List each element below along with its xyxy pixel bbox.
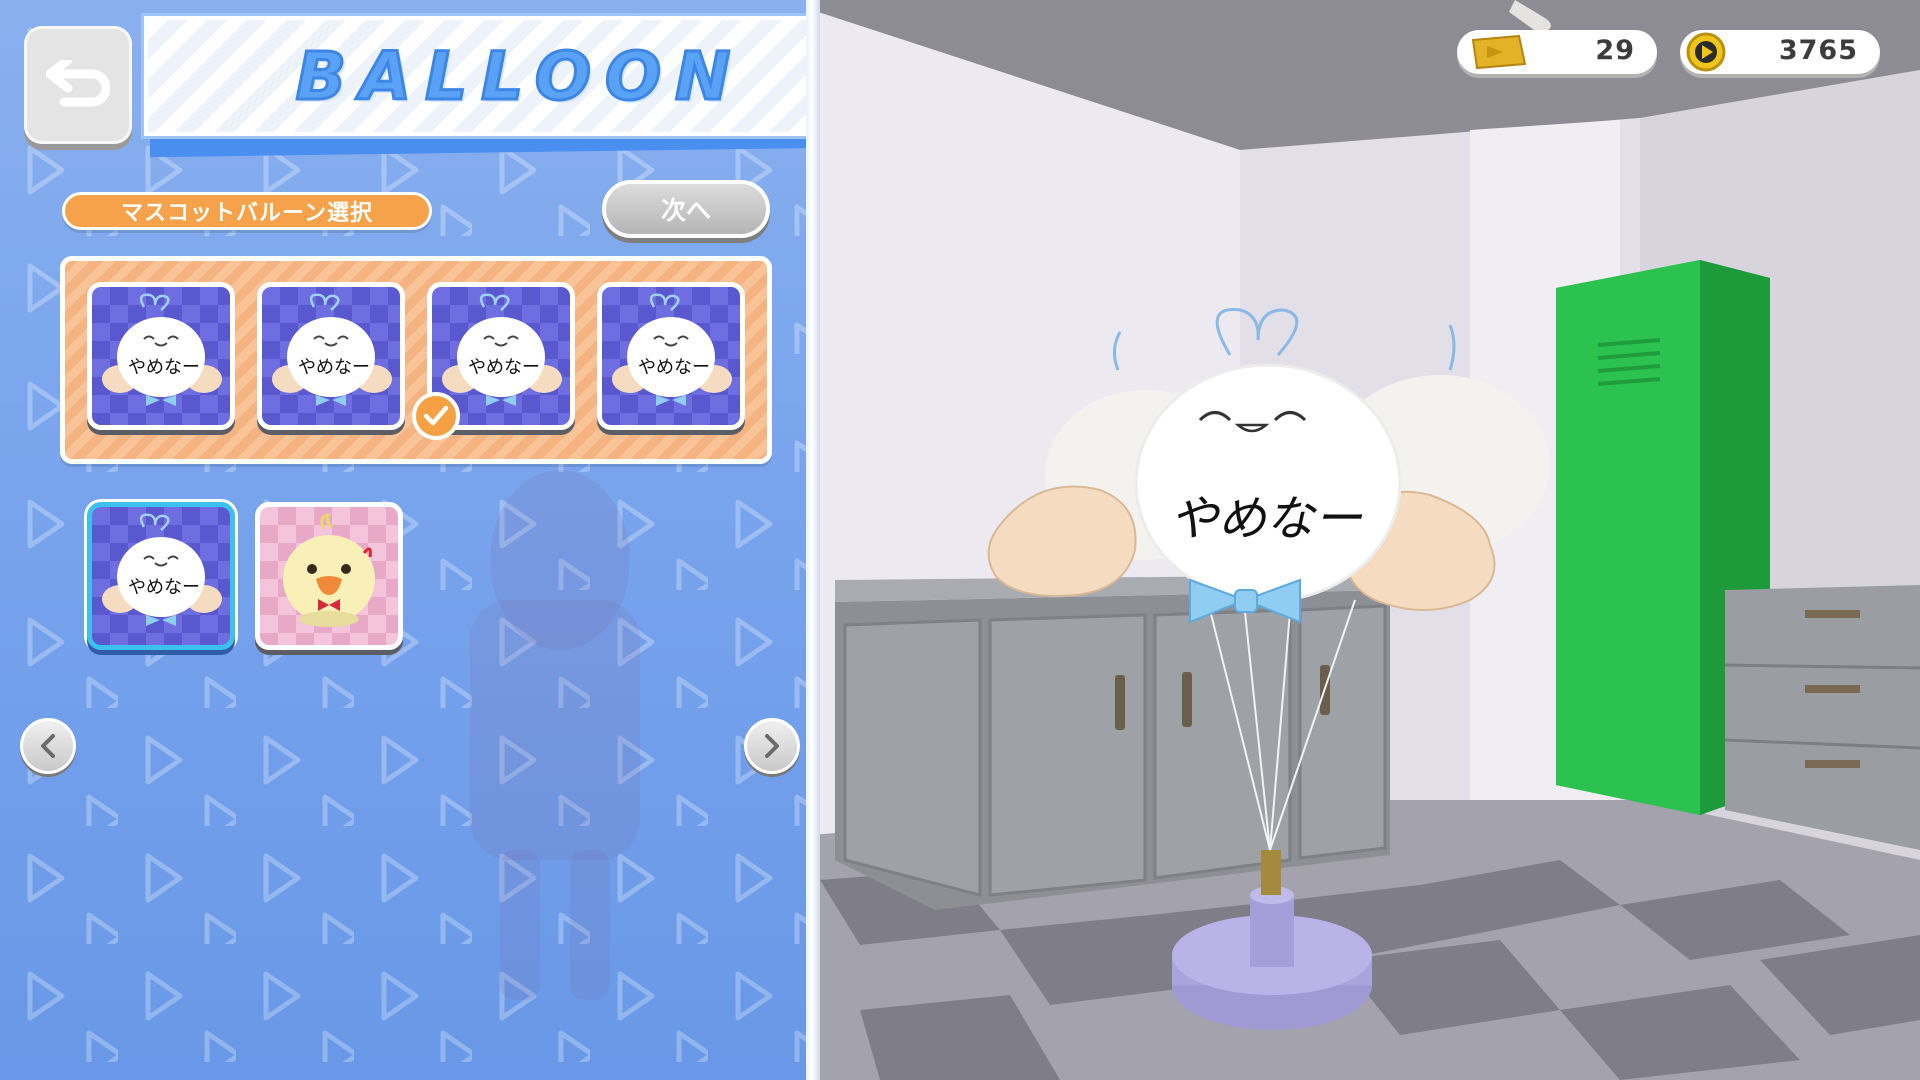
section-label-mascot-balloon: マスコットバルーン選択 [62, 192, 432, 230]
gold-ticket-icon [1471, 34, 1527, 70]
selected-check-badge [412, 392, 460, 440]
coin-counter: 3765 [1680, 30, 1880, 74]
play-coin-icon [1686, 32, 1726, 72]
yamenaa-balloon-icon: やめなー [102, 513, 222, 626]
undo-arrow-icon [46, 60, 110, 107]
next-page-button[interactable] [744, 718, 800, 774]
back-button[interactable] [24, 26, 132, 144]
balloon-select-panel: BALLOON マスコットバルーン選択 次へ やめなー やめなー やめなー やめ… [0, 0, 812, 1080]
page-title: BALLOON [294, 36, 745, 116]
mascot-tile-chick[interactable] [255, 502, 403, 650]
variant-tile-2[interactable]: やめなー [257, 282, 405, 430]
variant-tile-1[interactable]: やめなー [87, 282, 235, 430]
yamenaa-balloon-icon: やめなー [272, 293, 392, 406]
coin-count: 3765 [1778, 35, 1858, 66]
variant-tile-1-text: やめなー [128, 357, 200, 378]
chevron-left-icon [41, 734, 55, 758]
variant-tile-4[interactable]: やめなー [597, 282, 745, 430]
variant-tile-3-text: やめなー [468, 357, 540, 378]
panel-divider [806, 0, 820, 1080]
title-banner: BALLOON [144, 16, 812, 136]
mascot-tile-yamenaa[interactable]: やめなー [87, 502, 235, 650]
yamenaa-balloon-icon: やめなー [102, 293, 222, 406]
checkmark-icon [423, 405, 449, 426]
balloon-handwriting-text: やめなー [1170, 491, 1363, 547]
variant-tile-4-text: やめなー [638, 357, 710, 378]
variant-tile-2-text: やめなー [298, 357, 370, 378]
ticket-counter: 29 [1457, 30, 1657, 74]
mascot-tile-yamenaa-text: やめなー [128, 577, 200, 598]
ticket-count: 29 [1595, 35, 1635, 66]
yellow-chick-balloon-icon [283, 513, 375, 627]
chevron-right-icon [765, 734, 779, 758]
prev-page-button[interactable] [20, 718, 76, 774]
next-button[interactable]: 次へ [602, 180, 770, 238]
yamenaa-balloon-icon: やめなー [612, 293, 732, 406]
